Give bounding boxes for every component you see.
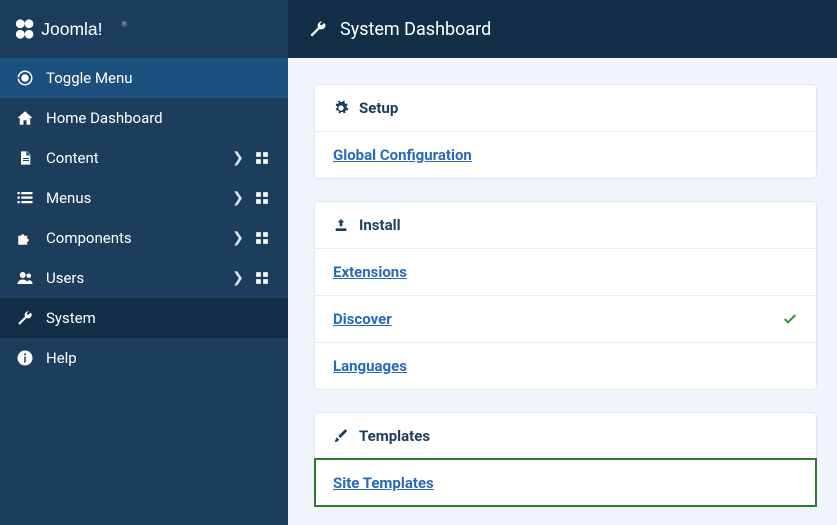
card-link-row: Extensions	[315, 248, 816, 295]
toggle-menu[interactable]: Toggle Menu	[0, 58, 288, 98]
card-header: Templates	[315, 413, 816, 459]
sidebar-item-label: Help	[46, 349, 274, 367]
svg-text:®: ®	[122, 20, 128, 28]
grid-icon[interactable]	[250, 191, 274, 205]
card-title: Install	[359, 216, 401, 234]
grid-icon[interactable]	[250, 271, 274, 285]
chevron-right-icon: ❯	[226, 270, 250, 286]
app-layout: Joomla! ® Toggle Menu Home Dashboard	[0, 0, 837, 525]
toggle-icon	[14, 69, 36, 87]
sidebar-item-components[interactable]: Components ❯	[0, 218, 288, 258]
sidebar: Joomla! ® Toggle Menu Home Dashboard	[0, 0, 288, 525]
content: Setup Global Configuration Install Exten…	[288, 58, 837, 525]
sidebar-item-system[interactable]: System	[0, 298, 288, 338]
wrench-icon	[308, 19, 328, 39]
card-header: Install	[315, 202, 816, 248]
link-languages[interactable]: Languages	[333, 357, 407, 375]
brand[interactable]: Joomla! ®	[0, 0, 288, 58]
upload-icon	[333, 217, 349, 233]
sidebar-item-label: Users	[46, 269, 226, 287]
page-title: System Dashboard	[340, 19, 491, 40]
sidebar-item-menus[interactable]: Menus ❯	[0, 178, 288, 218]
brush-icon	[333, 428, 349, 444]
main: System Dashboard Setup Global Configurat…	[288, 0, 837, 525]
check-icon	[782, 311, 798, 327]
users-icon	[14, 269, 36, 287]
chevron-right-icon: ❯	[226, 230, 250, 246]
link-site-templates[interactable]: Site Templates	[333, 474, 434, 492]
chevron-right-icon: ❯	[226, 190, 250, 206]
chevron-right-icon: ❯	[226, 150, 250, 166]
sidebar-item-label: Menus	[46, 189, 226, 207]
sidebar-item-label: Home Dashboard	[46, 109, 274, 127]
card-header: Setup	[315, 85, 816, 131]
grid-icon[interactable]	[250, 151, 274, 165]
wrench-icon	[14, 309, 36, 327]
topbar: System Dashboard	[288, 0, 837, 58]
card-link-row: Languages	[315, 342, 816, 389]
sidebar-item-label: Content	[46, 149, 226, 167]
card-templates: Templates Site Templates	[314, 412, 817, 507]
svg-text:Joomla!: Joomla!	[41, 19, 102, 39]
info-icon	[14, 349, 36, 367]
file-icon	[14, 149, 36, 167]
link-extensions[interactable]: Extensions	[333, 263, 407, 281]
sidebar-item-users[interactable]: Users ❯	[0, 258, 288, 298]
card-link-row: Global Configuration	[315, 131, 816, 178]
sidebar-item-home-dashboard[interactable]: Home Dashboard	[0, 98, 288, 138]
sidebar-item-label: System	[46, 309, 274, 327]
home-icon	[14, 109, 36, 127]
card-link-row: Site Templates	[315, 459, 816, 506]
sidebar-nav: Toggle Menu Home Dashboard Content ❯	[0, 58, 288, 525]
card-link-row: Discover	[315, 295, 816, 342]
sidebar-item-content[interactable]: Content ❯	[0, 138, 288, 178]
card-title: Setup	[359, 99, 398, 117]
puzzle-icon	[14, 229, 36, 247]
card-install: Install Extensions Discover Languages	[314, 201, 817, 390]
joomla-logo-icon: Joomla! ®	[12, 15, 172, 43]
link-global-configuration[interactable]: Global Configuration	[333, 146, 472, 164]
sidebar-item-label: Components	[46, 229, 226, 247]
list-icon	[14, 189, 36, 207]
toggle-menu-label: Toggle Menu	[46, 69, 274, 87]
grid-icon[interactable]	[250, 231, 274, 245]
gear-icon	[333, 100, 349, 116]
card-title: Templates	[359, 427, 430, 445]
sidebar-item-help[interactable]: Help	[0, 338, 288, 378]
link-discover[interactable]: Discover	[333, 310, 392, 328]
card-setup: Setup Global Configuration	[314, 84, 817, 179]
